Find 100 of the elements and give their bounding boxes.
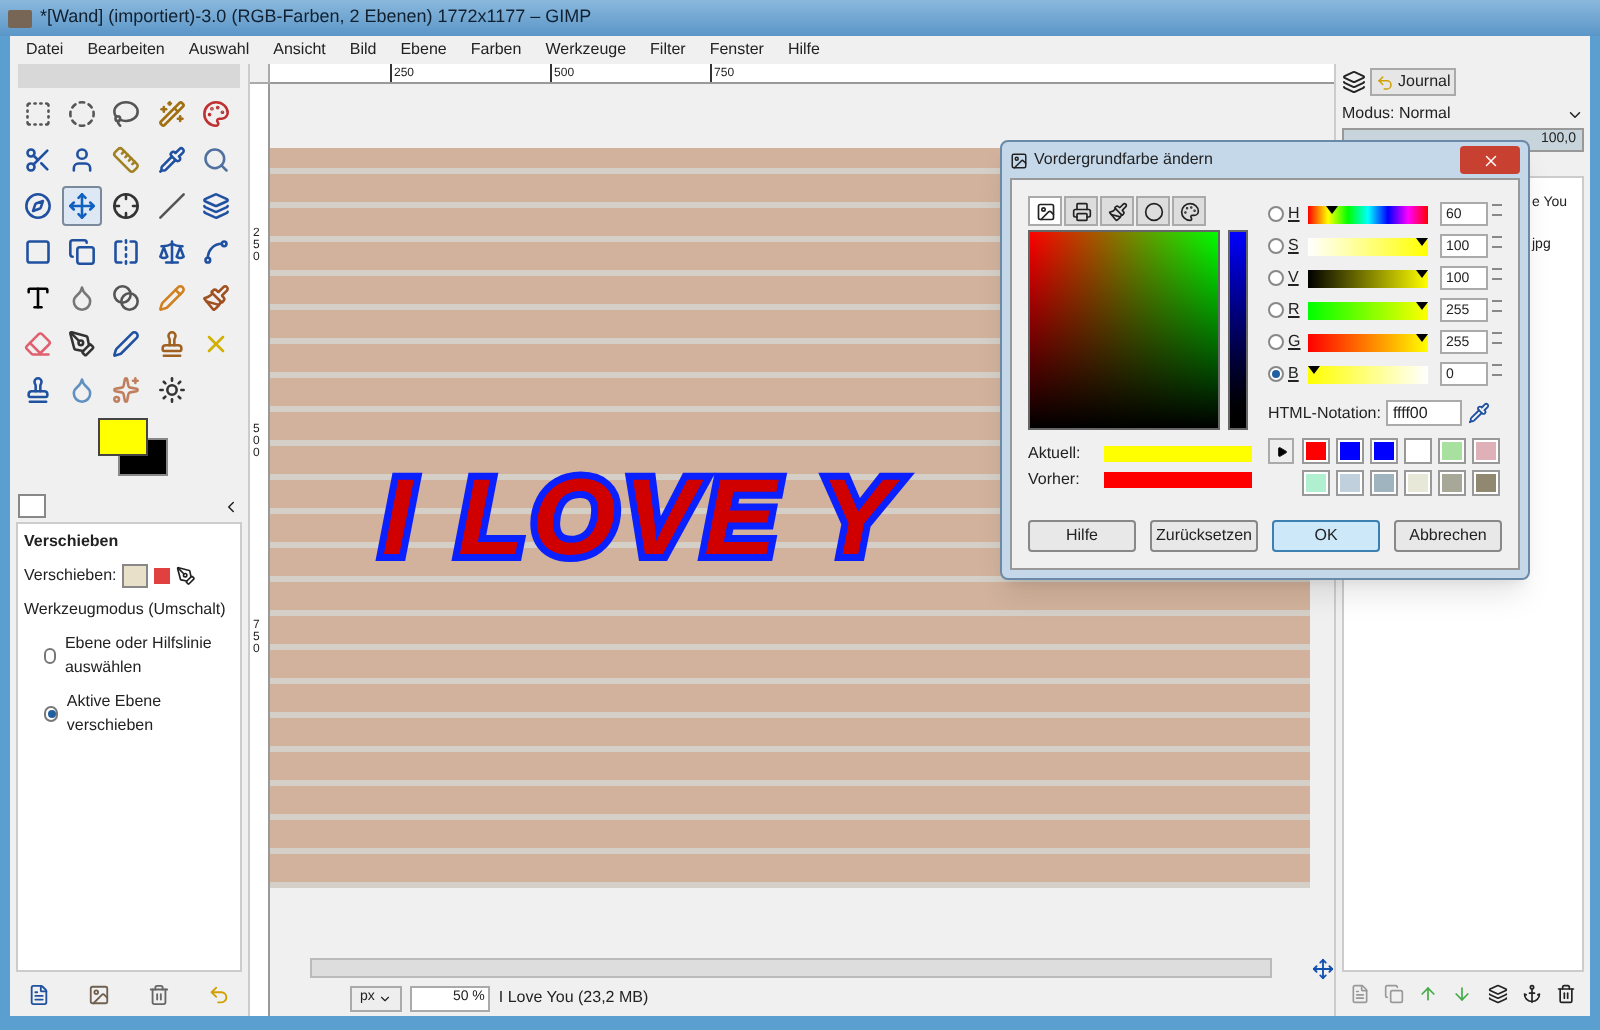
- color-slider[interactable]: [1308, 237, 1428, 255]
- radio-button[interactable]: [1268, 270, 1284, 286]
- color-swatch[interactable]: [1404, 470, 1432, 496]
- channel-label: B: [1288, 362, 1301, 386]
- brush-icon: [201, 284, 230, 312]
- menu-item[interactable]: Bearbeiten: [87, 38, 165, 62]
- rectangle-select-icon: [24, 100, 52, 128]
- menu-item[interactable]: Fenster: [709, 38, 764, 62]
- navigate-icon[interactable]: [1312, 957, 1334, 979]
- close-icon: [1481, 151, 1499, 169]
- triangle-icon: [1275, 445, 1287, 457]
- current-label: Aktuell:: [1028, 442, 1083, 466]
- radio-button[interactable]: [1268, 302, 1284, 318]
- wand-icon: [157, 100, 186, 128]
- delete-icon[interactable]: [1556, 984, 1577, 1004]
- palette-icon: [1179, 201, 1199, 221]
- color-swatch[interactable]: [1438, 470, 1466, 496]
- color-wheel-tab[interactable]: [1136, 196, 1170, 226]
- move-icon: [68, 192, 97, 220]
- image-tab[interactable]: [1028, 196, 1062, 226]
- color-swatch[interactable]: [1438, 438, 1466, 464]
- option-label: Verschieben:: [24, 564, 117, 588]
- color-swatch[interactable]: [1404, 438, 1432, 464]
- color-slider[interactable]: [1308, 205, 1428, 223]
- anchor-icon[interactable]: [1522, 984, 1543, 1004]
- flip-icon: [112, 238, 141, 266]
- pipette-icon[interactable]: [1468, 402, 1491, 424]
- square-icon: [24, 238, 52, 266]
- dialog-button[interactable]: Zurücksetzen: [1150, 520, 1258, 552]
- dialog-button[interactable]: Hilfe: [1028, 520, 1136, 552]
- color-swatch[interactable]: [1302, 470, 1330, 496]
- pipette-icon: [157, 146, 186, 174]
- menu-item[interactable]: Datei: [26, 38, 64, 62]
- hue-strip[interactable]: [1228, 230, 1248, 430]
- radio-button[interactable]: [1268, 206, 1284, 222]
- text-icon: [24, 284, 52, 312]
- color-swatch[interactable]: [1472, 470, 1500, 496]
- scale-icon: [157, 238, 186, 266]
- color-wheel-icon: [1143, 201, 1163, 221]
- dialog-button[interactable]: OK: [1272, 520, 1380, 552]
- image-icon: [1035, 201, 1055, 221]
- lower-icon[interactable]: [1452, 984, 1473, 1004]
- html-field[interactable]: ffff00: [1386, 400, 1463, 426]
- radio-button[interactable]: [1268, 238, 1284, 254]
- color-area[interactable]: [1028, 230, 1220, 430]
- color-swatch[interactable]: [1472, 438, 1500, 464]
- color-swatch[interactable]: [1370, 438, 1398, 464]
- radio-option[interactable]: Aktive Ebene verschieben: [24, 690, 234, 738]
- printer-icon: [1071, 201, 1091, 221]
- option-label: Werkzeugmodus (Umschalt): [24, 598, 228, 622]
- stamp-icon: [157, 330, 186, 358]
- color-slider[interactable]: [1308, 301, 1428, 319]
- color-swatch[interactable]: [1336, 470, 1364, 496]
- menu-item[interactable]: Filter: [650, 38, 686, 62]
- brush-icon: [1107, 201, 1127, 221]
- radio-button[interactable]: [44, 648, 57, 664]
- radio-button[interactable]: [1268, 366, 1284, 382]
- channel-label: S: [1288, 234, 1301, 258]
- menu-item[interactable]: Ansicht: [273, 38, 326, 62]
- person-icon: [68, 146, 97, 174]
- menu-item[interactable]: Auswahl: [188, 38, 250, 62]
- scissors-icon: [24, 146, 52, 174]
- color-swatch[interactable]: [1336, 438, 1364, 464]
- previous-label: Vorher:: [1028, 468, 1082, 492]
- eraser-icon: [24, 330, 52, 358]
- color-swatch[interactable]: [1302, 438, 1330, 464]
- panel-menu-icon[interactable]: [222, 497, 240, 515]
- raise-icon[interactable]: [1418, 984, 1439, 1004]
- save-icon[interactable]: [28, 983, 51, 1005]
- channel-label: R: [1288, 298, 1302, 322]
- color-slider[interactable]: [1308, 365, 1428, 383]
- status-text: I Love You (23,2 MB): [498, 986, 649, 1010]
- palette-tab[interactable]: [1172, 196, 1206, 226]
- app-icon: [1010, 151, 1028, 169]
- ruler-icon: [112, 146, 141, 174]
- ellipse-select-icon: [68, 100, 97, 128]
- color-swatches-drawing[interactable]: [98, 418, 168, 476]
- channel-label: V: [1288, 266, 1301, 290]
- menu-item[interactable]: Bild: [349, 38, 377, 62]
- horizontal-scrollbar[interactable]: [310, 958, 1272, 978]
- dialog-button[interactable]: Abbrechen: [1394, 520, 1502, 552]
- printer-tab[interactable]: [1064, 196, 1098, 226]
- tool-options-tab[interactable]: [18, 494, 46, 518]
- dialog-title: Vordergrundfarbe ändern: [1034, 148, 1213, 172]
- history-toggle[interactable]: [1268, 438, 1294, 464]
- menu-item[interactable]: Werkzeuge: [545, 38, 627, 62]
- journal-tab[interactable]: Journal: [1370, 68, 1457, 96]
- color-slider[interactable]: [1308, 269, 1428, 287]
- compass-icon: [24, 192, 52, 220]
- radio-option[interactable]: Ebene oder Hilfslinie auswählen: [24, 632, 234, 680]
- layers-tab[interactable]: [1342, 70, 1366, 94]
- color-slider[interactable]: [1308, 333, 1428, 351]
- zoom-icon: [201, 146, 230, 174]
- color-swatch[interactable]: [1370, 470, 1398, 496]
- radio-button[interactable]: [1268, 334, 1284, 350]
- menu-item[interactable]: Hilfe: [787, 38, 820, 62]
- menu-item[interactable]: Farben: [470, 38, 522, 62]
- brush-tab[interactable]: [1100, 196, 1134, 226]
- menu-item[interactable]: Ebene: [400, 38, 447, 62]
- radio-button[interactable]: [44, 706, 59, 722]
